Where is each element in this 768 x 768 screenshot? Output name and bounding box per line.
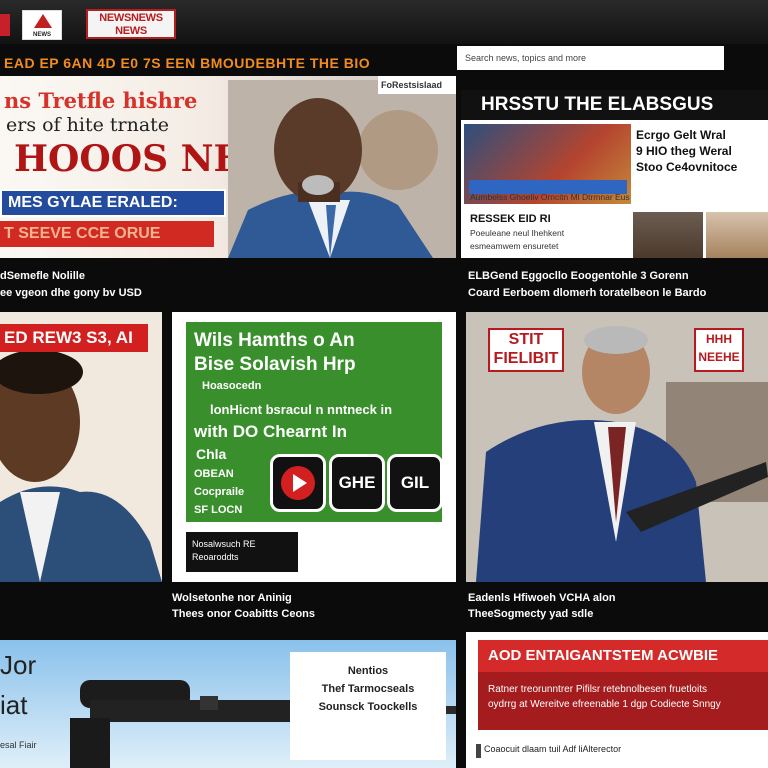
bottom-box-line-3: Sounsck Toockells xyxy=(318,701,418,713)
hero-band-red: T SEEVE CCE ORUE xyxy=(0,221,214,247)
right-caption-1[interactable]: Eadenls Hfiwoeh VCHA alon xyxy=(468,590,616,606)
sidebar-caption-1[interactable]: ELBGend Eggocllo Eoogentohle 3 Gorenn xyxy=(468,268,689,284)
hero-caption-1[interactable]: dSemefle Nolille xyxy=(0,268,85,284)
hero-headline-dark: ers of hite trnate xyxy=(6,114,170,136)
middle-caption-1[interactable]: Wolsetonhe nor Aninig xyxy=(172,590,292,606)
green-line-2: Bise Solavish Hrp xyxy=(194,354,356,375)
hero-band-blue: MES GYLAE ERALED: xyxy=(0,189,226,217)
green-line-4: lonHicnt bsracul n nntneck in xyxy=(210,402,393,417)
brand-mark xyxy=(0,14,10,36)
green-line-3: Hoasocedn xyxy=(202,380,262,392)
promo-button-line-1: Nosalwsuch RE xyxy=(192,539,256,549)
promo-button-line-2: Reoaroddts xyxy=(192,552,239,562)
bottom-right-headline[interactable]: AOD ENTAIGANTSTEM ACWBIE xyxy=(478,640,768,672)
sidebar-line-3[interactable]: Stoo Ce4ovnitoce xyxy=(636,160,737,175)
green-line-7: OBEAN xyxy=(194,468,234,480)
bottom-box-line-2: Thef Tarmocseals xyxy=(321,683,415,695)
search-input[interactable]: Search news, topics and more xyxy=(457,46,724,70)
sidebar-teaser-title[interactable]: RESSEK EID RI xyxy=(470,212,551,227)
bottom-left-big-2: iat xyxy=(0,690,28,720)
sidebar-teaser-2[interactable]: esmeamwem ensuretet xyxy=(470,241,558,251)
sidebar-small-row[interactable]: Aumbelss Ghoeliv Orncitn Ml Dtrmnar Eus xyxy=(470,192,630,202)
sidebar-teaser-1[interactable]: Poeuleane neul Ihehkent xyxy=(470,228,564,238)
sidebar-thumb-1[interactable] xyxy=(633,212,703,258)
bottom-left-small: esal Fiair xyxy=(0,740,37,750)
sidebar-line-2[interactable]: 9 HIO theg Weral xyxy=(636,144,732,159)
play-icon[interactable] xyxy=(270,454,326,512)
bottom-left-big-1: Jor xyxy=(0,650,37,680)
hero-caption-2[interactable]: ee vgeon dhe gony bv USD xyxy=(0,285,142,301)
story-left-tag[interactable]: ED REW3 S3, AI xyxy=(0,324,148,352)
green-line-1: Wils Hamths o An xyxy=(194,330,355,351)
bottom-right-line-1: Ratner treorunntrer Pifilsr retebnolbese… xyxy=(488,684,707,695)
sidebar-line-1[interactable]: Ecrgo Gelt Wral xyxy=(636,128,726,143)
green-line-6: Chla xyxy=(196,446,227,462)
bottom-box-line-1: Nentios xyxy=(347,665,389,677)
ghe-app-icon[interactable]: GHE xyxy=(329,454,385,512)
bottom-left-textbox[interactable]: Nentios Thef Tarmocseals Sounsck Toockel… xyxy=(290,652,446,760)
middle-promo-button[interactable]: Nosalwsuch RE Reoaroddts xyxy=(186,532,298,572)
green-line-5: with DO Chearnt In xyxy=(194,422,347,441)
bottom-right-summary[interactable]: Ratner treorunntrer Pifilsr retebnolbese… xyxy=(478,672,768,730)
middle-caption-2[interactable]: Thees onor Coabitts Ceons xyxy=(172,606,315,622)
sidebar-box-title[interactable]: HRSSTU THE ELABSGUS xyxy=(461,90,768,120)
bottom-right-footer-link[interactable]: Coaocuit dlaam tuil Adf liAlterector xyxy=(484,744,621,754)
site-logo-main[interactable]: NEWSNEWS NEWS xyxy=(86,9,176,39)
sidebar-thumb-2[interactable] xyxy=(706,212,768,258)
story-card-left[interactable] xyxy=(0,312,162,582)
green-line-9: SF LOCN xyxy=(194,504,243,516)
logo-triangle-icon xyxy=(34,14,52,28)
bottom-right-line-2: oydrrg at Wereitve efreenable 1 dgp Codi… xyxy=(488,699,721,710)
sidebar-caption-2[interactable]: Coard Eerboem dlomerh toratelbeon le Bar… xyxy=(468,285,706,301)
hero-headline-red: ns Tretfle hishre xyxy=(4,88,198,113)
breaking-ticker[interactable]: EAD EP 6AN 4D E0 7S EEN BMOUDEBHTE THE B… xyxy=(0,52,450,74)
story-right-badge-left: STIT FIELIBIT xyxy=(488,328,564,372)
story-left-person-photo xyxy=(0,350,162,582)
logo-small-label: NEWS xyxy=(33,32,51,38)
green-line-8: Cocpraile xyxy=(194,486,245,498)
bottom-right-marker xyxy=(476,744,481,758)
hero-headline-big: HOOOS NH xyxy=(14,138,248,180)
gil-app-icon[interactable]: GIL xyxy=(387,454,443,512)
site-logo-small[interactable]: NEWS xyxy=(22,10,62,40)
hero-tag[interactable]: FoRestsislaad xyxy=(378,76,456,94)
story-right-badge-right: HHH NEEHE xyxy=(694,328,744,372)
hero-person-photo xyxy=(228,80,456,258)
right-caption-2[interactable]: TheeSogmecty yad sdle xyxy=(468,606,593,622)
